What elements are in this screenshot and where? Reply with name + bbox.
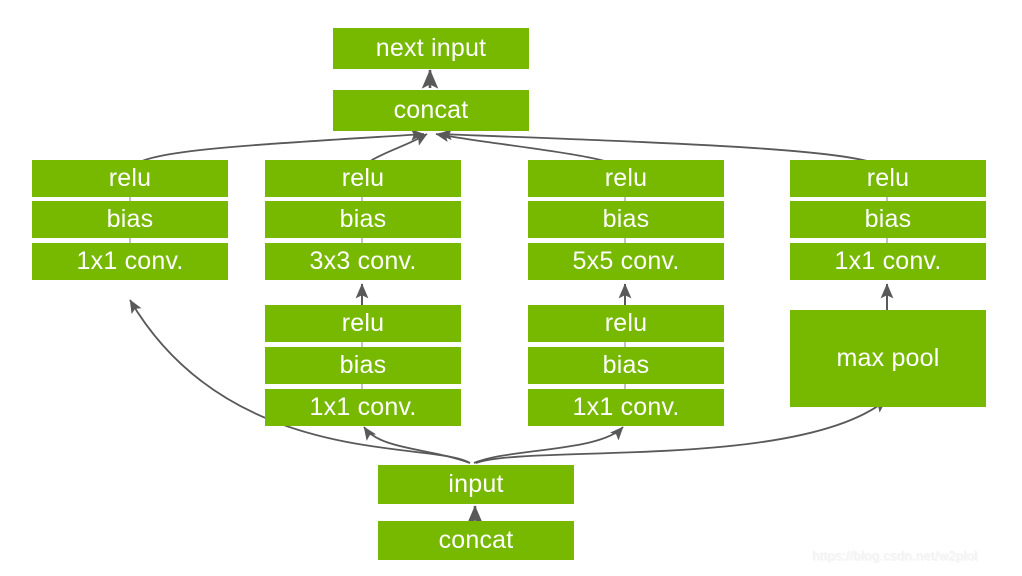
node-b4-conv-1x1[interactable]: 1x1 conv.	[790, 243, 986, 280]
node-top-concat[interactable]: concat	[333, 90, 529, 131]
watermark-url: https://blog.csdn.net/w2plol	[812, 548, 978, 563]
node-next-input[interactable]: next input	[333, 28, 529, 69]
node-b2-conv-3x3[interactable]: 3x3 conv.	[265, 243, 461, 280]
node-b2-relu-upper[interactable]: relu	[265, 160, 461, 197]
edge-input-to-branch2	[363, 426, 471, 464]
node-b1-conv[interactable]: 1x1 conv.	[32, 243, 228, 280]
edge-input-to-branch3	[473, 426, 624, 464]
node-b3-conv-5x5[interactable]: 5x5 conv.	[528, 243, 724, 280]
node-b3-relu-upper[interactable]: relu	[528, 160, 724, 197]
node-b2-conv-1x1[interactable]: 1x1 conv.	[265, 389, 461, 426]
diagram-canvas: next input concat relu bias 1x1 conv. re…	[0, 0, 1022, 576]
node-b4-relu[interactable]: relu	[790, 160, 986, 197]
node-bottom-concat[interactable]: concat	[378, 521, 574, 560]
node-b3-bias-lower[interactable]: bias	[528, 347, 724, 384]
node-b3-conv-1x1[interactable]: 1x1 conv.	[528, 389, 724, 426]
node-b4-max-pool[interactable]: max pool	[790, 310, 986, 407]
node-b2-relu-lower[interactable]: relu	[265, 305, 461, 342]
node-b2-bias-upper[interactable]: bias	[265, 201, 461, 238]
node-b1-bias[interactable]: bias	[32, 201, 228, 238]
node-b4-bias[interactable]: bias	[790, 201, 986, 238]
node-b2-bias-lower[interactable]: bias	[265, 347, 461, 384]
node-b3-bias-upper[interactable]: bias	[528, 201, 724, 238]
node-b1-relu[interactable]: relu	[32, 160, 228, 197]
node-b3-relu-lower[interactable]: relu	[528, 305, 724, 342]
node-input[interactable]: input	[378, 465, 574, 504]
